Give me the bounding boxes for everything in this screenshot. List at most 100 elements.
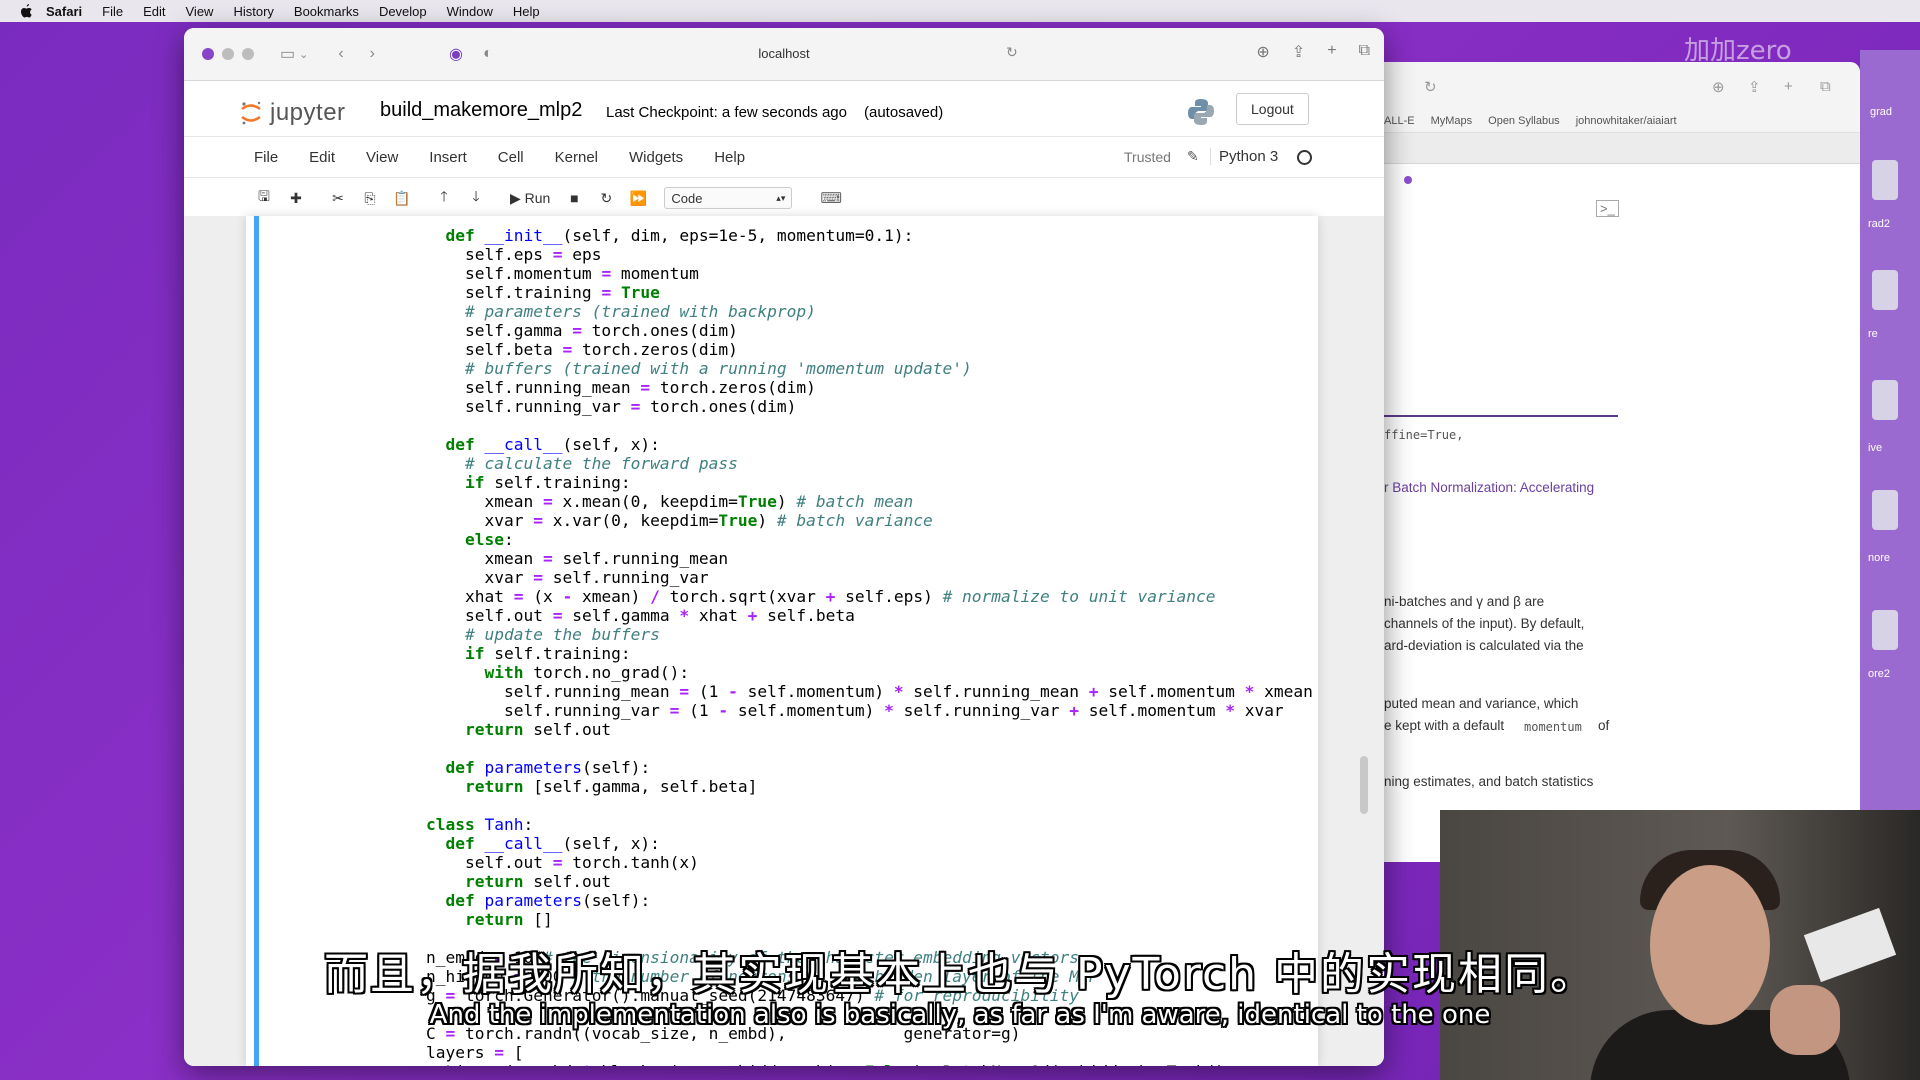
scrollbar-thumb[interactable] <box>1360 756 1368 814</box>
paste-button[interactable]: 📋 <box>388 185 416 211</box>
far-window-thumb[interactable] <box>1872 380 1898 420</box>
back-icon[interactable]: ‹ <box>338 45 343 63</box>
extension-icon[interactable]: ◉ <box>449 44 463 64</box>
code-line[interactable]: class Tanh: <box>426 815 533 834</box>
menubar-app-name[interactable]: Safari <box>46 4 82 19</box>
menubar-item-view[interactable]: View <box>186 4 214 19</box>
menubar-item-file[interactable]: File <box>102 4 123 19</box>
code-line[interactable]: self.training = True <box>426 283 660 302</box>
bookmark-item[interactable]: johnowhitaker/aiaiart <box>1576 115 1677 127</box>
code-line[interactable]: def __call__(self, x): <box>426 834 660 853</box>
share-icon[interactable]: ⇪ <box>1748 78 1761 96</box>
new-tab-icon[interactable]: + <box>1327 42 1336 62</box>
far-window-thumb[interactable] <box>1872 490 1898 530</box>
download-icon[interactable]: ⊕ <box>1256 42 1269 62</box>
menubar-item-bookmarks[interactable]: Bookmarks <box>294 4 359 19</box>
interrupt-button[interactable]: ■ <box>560 185 588 211</box>
menu-edit[interactable]: Edit <box>309 149 335 166</box>
code-line[interactable]: self.running_mean = torch.zeros(dim) <box>426 378 816 397</box>
terminal-icon[interactable]: >_ <box>1596 200 1619 217</box>
bookmark-item[interactable]: ALL-E <box>1384 115 1415 127</box>
tabs-overview-icon[interactable]: ⧉ <box>1820 78 1831 95</box>
code-line[interactable]: xvar = x.var(0, keepdim=True) # batch va… <box>426 511 932 530</box>
code-line[interactable]: # update the buffers <box>426 625 660 644</box>
code-line[interactable]: xvar = self.running_var <box>426 568 708 587</box>
bookmark-item[interactable]: MyMaps <box>1431 115 1473 127</box>
code-line[interactable]: return [] <box>426 910 553 929</box>
reload-icon[interactable]: ↻ <box>1424 78 1437 96</box>
menu-file[interactable]: File <box>254 149 278 166</box>
menu-view[interactable]: View <box>366 149 398 166</box>
code-line[interactable]: def parameters(self): <box>426 891 651 910</box>
code-line[interactable]: def parameters(self): <box>426 758 651 777</box>
cut-button[interactable]: ✂ <box>324 185 352 211</box>
code-line[interactable]: xmean = x.mean(0, keepdim=True) # batch … <box>426 492 913 511</box>
menu-widgets[interactable]: Widgets <box>629 149 683 166</box>
reload-icon[interactable]: ↻ <box>1006 44 1018 61</box>
code-line[interactable]: self.beta = torch.zeros(dim) <box>426 340 738 359</box>
copy-button[interactable]: ⎘ <box>356 185 384 211</box>
code-line[interactable]: if self.training: <box>426 473 631 492</box>
background-tab-strip[interactable] <box>1384 133 1860 164</box>
code-line[interactable]: self.gamma = torch.ones(dim) <box>426 321 738 340</box>
apple-icon[interactable] <box>18 3 34 19</box>
menubar-item-history[interactable]: History <box>233 4 273 19</box>
share-icon[interactable]: ⇪ <box>1292 42 1305 62</box>
code-line[interactable]: self.out = self.gamma * xhat + self.beta <box>426 606 855 625</box>
menu-help[interactable]: Help <box>714 149 745 166</box>
restart-button[interactable]: ↻ <box>592 185 620 211</box>
code-line[interactable]: # calculate the forward pass <box>426 454 738 473</box>
insert-cell-button[interactable]: ✚ <box>282 185 310 211</box>
bookmark-item[interactable]: Open Syllabus <box>1488 115 1560 127</box>
trusted-indicator[interactable]: Trusted <box>1124 149 1171 165</box>
docs-paper-link[interactable]: r Batch Normalization: Accelerating <box>1384 480 1594 495</box>
menu-insert[interactable]: Insert <box>429 149 467 166</box>
menubar-item-develop[interactable]: Develop <box>379 4 427 19</box>
code-line[interactable]: return [self.gamma, self.beta] <box>426 777 757 796</box>
logout-button[interactable]: Logout <box>1236 93 1309 125</box>
code-line[interactable]: self.momentum = momentum <box>426 264 699 283</box>
cell-type-select[interactable]: Code ▴▾ <box>664 187 793 209</box>
address-bar[interactable]: localhost <box>758 46 809 61</box>
code-line[interactable]: xmean = self.running_mean <box>426 549 728 568</box>
pencil-icon[interactable]: ✎ <box>1187 148 1199 165</box>
jupyter-logo[interactable]: jupyter <box>240 99 346 127</box>
kernel-name[interactable]: Python 3 <box>1210 148 1278 165</box>
menubar-item-help[interactable]: Help <box>513 4 540 19</box>
code-line[interactable]: self.out = torch.tanh(x) <box>426 853 699 872</box>
tabs-overview-icon[interactable]: ⧉ <box>1359 42 1370 62</box>
code-line[interactable]: self.running_var = torch.ones(dim) <box>426 397 796 416</box>
code-line[interactable]: if self.training: <box>426 644 631 663</box>
code-line[interactable]: self.eps = eps <box>426 245 601 264</box>
sidebar-icon[interactable]: ▭ <box>280 44 295 64</box>
code-line[interactable]: def __call__(self, x): <box>426 435 660 454</box>
menubar-item-edit[interactable]: Edit <box>143 4 165 19</box>
code-line[interactable]: def __init__(self, dim, eps=1e-5, moment… <box>426 226 914 245</box>
privacy-shield-icon[interactable]: ◐ <box>483 45 493 63</box>
code-line[interactable]: else: <box>426 530 514 549</box>
code-line[interactable]: # parameters (trained with backprop) <box>426 302 816 321</box>
minimize-window-button[interactable] <box>222 48 234 60</box>
code-line[interactable]: layers = [ <box>426 1043 523 1062</box>
code-line[interactable]: Linear(n_embd * block_size, n_hidden, bi… <box>426 1062 1234 1066</box>
code-line[interactable]: self.running_var = (1 - self.momentum) *… <box>426 701 1284 720</box>
far-window-thumb[interactable] <box>1872 610 1898 650</box>
download-icon[interactable]: ⊕ <box>1712 78 1725 96</box>
code-line[interactable]: xhat = (x - xmean) / torch.sqrt(xvar + s… <box>426 587 1215 606</box>
code-line[interactable]: return self.out <box>426 720 611 739</box>
keyboard-icon[interactable]: ⌨ <box>820 189 842 207</box>
far-window-thumb[interactable] <box>1872 160 1898 200</box>
restart-run-all-button[interactable]: ⏩ <box>624 185 652 211</box>
forward-icon[interactable]: › <box>370 45 375 63</box>
save-button[interactable]: 🖫 <box>250 185 278 211</box>
code-line[interactable]: return self.out <box>426 872 611 891</box>
notebook-name[interactable]: build_makemore_mlp2 <box>380 99 582 122</box>
zoom-window-button[interactable] <box>242 48 254 60</box>
move-up-button[interactable]: 🡑 <box>430 185 458 211</box>
code-line[interactable]: with torch.no_grad(): <box>426 663 689 682</box>
menu-kernel[interactable]: Kernel <box>555 149 598 166</box>
close-window-button[interactable] <box>202 48 214 60</box>
move-down-button[interactable]: 🡓 <box>462 185 490 211</box>
new-tab-icon[interactable]: + <box>1784 78 1793 95</box>
code-line[interactable]: self.running_mean = (1 - self.momentum) … <box>426 682 1313 701</box>
